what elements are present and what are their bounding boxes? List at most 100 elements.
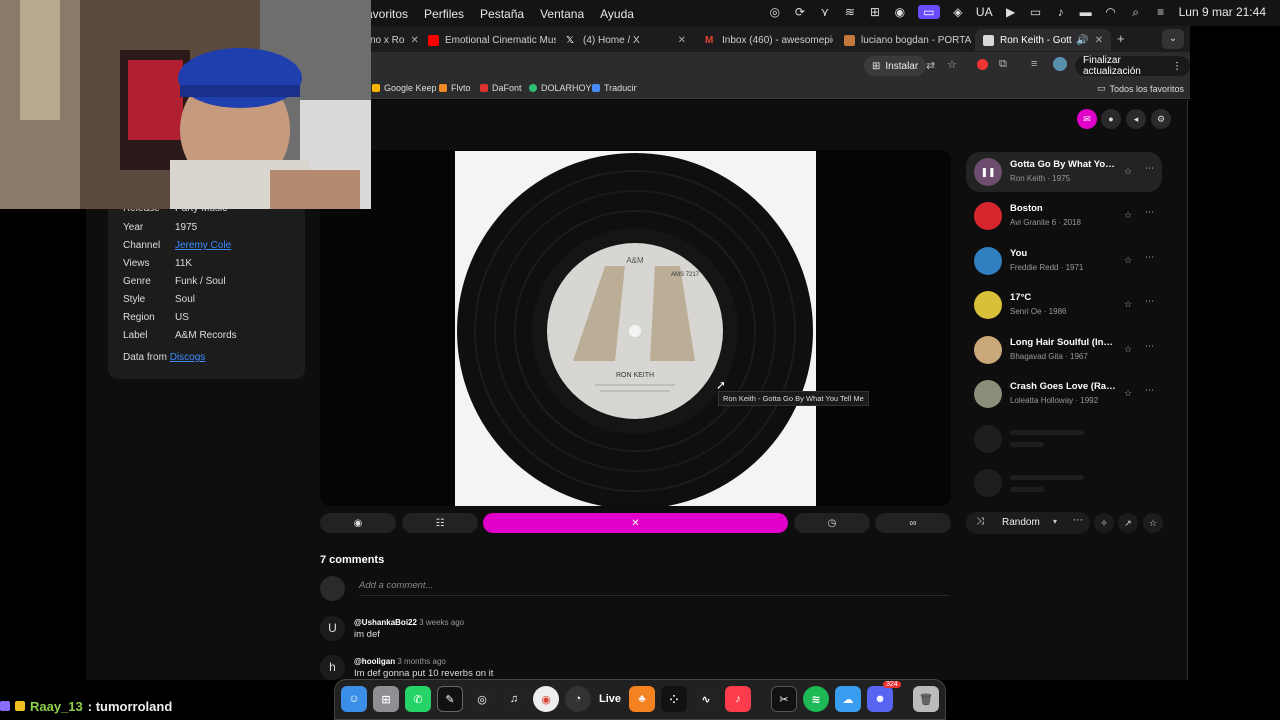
fl-studio-icon[interactable]: ♣ bbox=[629, 686, 655, 712]
timer-button[interactable]: ◷ bbox=[794, 513, 870, 533]
display-icon[interactable]: ▭ bbox=[1029, 5, 1043, 19]
input-language[interactable]: UA bbox=[976, 5, 993, 19]
more-icon[interactable]: ⋯ bbox=[1145, 296, 1154, 307]
comment-user[interactable]: @hooligan bbox=[354, 657, 395, 666]
bookmark-item[interactable]: DOLARHOY bbox=[529, 83, 592, 93]
more-icon[interactable]: ⋯ bbox=[1145, 163, 1154, 174]
discord-icon[interactable]: ☻ bbox=[867, 686, 893, 712]
tab-item[interactable]: Emotional Cinematic Music ✕ bbox=[420, 29, 556, 51]
finder-icon[interactable]: ☺ bbox=[341, 686, 367, 712]
whatsapp-icon[interactable]: ✆ bbox=[405, 686, 431, 712]
headset-icon[interactable]: ◈ bbox=[951, 5, 965, 19]
star-icon[interactable]: ☆ bbox=[1124, 388, 1132, 399]
more-icon[interactable]: ⋯ bbox=[1145, 252, 1154, 263]
audio-playing-icon[interactable]: 🔊 bbox=[1076, 35, 1088, 46]
tab-item[interactable]: M Inbox (460) - awesomepie ✕ bbox=[697, 29, 833, 51]
tidal-icon[interactable]: ⁘ bbox=[661, 686, 687, 712]
activity-monitor-icon[interactable]: ◔ bbox=[565, 686, 591, 712]
close-tab-icon[interactable]: ✕ bbox=[672, 35, 686, 46]
mail-icon[interactable]: ✉ bbox=[1077, 109, 1097, 129]
star-icon[interactable]: ☆ bbox=[1124, 299, 1132, 310]
bookmark-star-icon[interactable]: ☆ bbox=[947, 58, 957, 71]
queue-item[interactable]: Crash Goes Love (Radi... Loleatta Hollow… bbox=[966, 374, 1162, 414]
finish-update-button[interactable]: Finalizar actualización ⋮ bbox=[1075, 55, 1190, 77]
trending-icon[interactable]: ↗ bbox=[1118, 513, 1138, 533]
apple-music-icon[interactable]: ♪ bbox=[725, 686, 751, 712]
queue-item[interactable]: Long Hair Soulful (Instr... Bhagavad Git… bbox=[966, 330, 1162, 370]
channel-link[interactable]: Jeremy Cole bbox=[175, 240, 231, 251]
comment-user[interactable]: @UshankaBoi22 bbox=[354, 618, 417, 627]
spotify-icon[interactable]: ≋ bbox=[803, 686, 829, 712]
menu-pestana[interactable]: Pestaña bbox=[480, 7, 524, 21]
play-icon[interactable]: ▶ bbox=[1004, 5, 1018, 19]
comment-input[interactable]: Add a comment... bbox=[359, 580, 949, 596]
spotlight-search-icon[interactable]: ⌕ bbox=[1129, 5, 1143, 19]
launchpad-icon[interactable]: ⊞ bbox=[373, 686, 399, 712]
menu-favoritos[interactable]: avoritos bbox=[366, 7, 408, 21]
tab-item[interactable]: luciano bogdan - PORTADA ✕ bbox=[836, 29, 972, 51]
tab-item[interactable]: 𝕏 (4) Home / X ✕ bbox=[558, 29, 694, 51]
ableton-live-icon[interactable]: Live bbox=[597, 686, 623, 712]
queue-mode-select[interactable]: Random bbox=[1002, 517, 1040, 528]
menu-ayuda[interactable]: Ayuda bbox=[600, 7, 634, 21]
queue-item[interactable]: Boston Avi Granite 6 · 2018 ☆ ⋯ bbox=[966, 196, 1162, 236]
close-tab-icon[interactable]: ✕ bbox=[404, 35, 418, 46]
record-icon[interactable]: ◉ bbox=[893, 5, 907, 19]
trash-icon[interactable]: 🗑 bbox=[913, 686, 939, 712]
more-icon[interactable]: ⋯ bbox=[1073, 515, 1083, 526]
more-icon[interactable]: ⋯ bbox=[1145, 385, 1154, 396]
tab-search-button[interactable]: ⌄ bbox=[1162, 29, 1184, 49]
battery-icon[interactable]: ▬ bbox=[1079, 5, 1093, 19]
profile-avatar[interactable] bbox=[1053, 57, 1067, 71]
star-icon[interactable]: ☆ bbox=[1124, 255, 1132, 266]
chrome-icon[interactable]: ◉ bbox=[533, 686, 559, 712]
more-icon[interactable]: ⋯ bbox=[1145, 341, 1154, 352]
control-center-icon[interactable]: ≡ bbox=[1154, 5, 1168, 19]
install-app-button[interactable]: ⊞ Instalar bbox=[864, 56, 927, 76]
shuffle-icon[interactable]: ⤨ bbox=[976, 516, 984, 527]
menu-ventana[interactable]: Ventana bbox=[540, 7, 584, 21]
logic-pro-icon[interactable]: ◎ bbox=[469, 686, 495, 712]
pause-icon[interactable]: ❚❚ bbox=[974, 158, 1002, 186]
link-button[interactable]: ∞ bbox=[875, 513, 951, 533]
creative-cloud-icon[interactable]: ◎ bbox=[768, 5, 782, 19]
piano-icon[interactable]: ♫ bbox=[501, 686, 527, 712]
grid-icon[interactable]: ⊞ bbox=[868, 5, 882, 19]
queue-item[interactable]: ❚❚ Gotta Go By What You T... Ron Keith ·… bbox=[966, 152, 1162, 192]
extensions-icon[interactable]: ⧉ bbox=[999, 58, 1007, 71]
waveform-icon[interactable]: ≋ bbox=[843, 5, 857, 19]
weather-icon[interactable]: ☁ bbox=[835, 686, 861, 712]
capcut-icon[interactable]: ✂ bbox=[771, 686, 797, 712]
bookmark-item[interactable]: DaFont bbox=[480, 83, 522, 93]
bookmark-item[interactable]: Google Keep bbox=[372, 83, 437, 93]
chevron-down-icon[interactable]: ▾ bbox=[1053, 517, 1057, 526]
screen-share-icon[interactable]: ▭ bbox=[917, 5, 940, 19]
media-controls-icon[interactable]: ≡ bbox=[1031, 58, 1037, 70]
announce-icon[interactable]: ◂ bbox=[1126, 109, 1146, 129]
star-icon[interactable]: ☆ bbox=[1124, 210, 1132, 221]
queue-item[interactable]: You Freddie Redd · 1971 ☆ ⋯ bbox=[966, 241, 1162, 281]
translate-icon[interactable]: ⇄ bbox=[926, 59, 935, 72]
tab-active[interactable]: Ron Keith - Gotta Go B 🔊 ✕ bbox=[975, 29, 1111, 51]
waves-icon[interactable]: ∿ bbox=[693, 686, 719, 712]
wifi-icon[interactable]: ◠ bbox=[1104, 5, 1118, 19]
capcut-icon[interactable]: ✎ bbox=[437, 686, 463, 712]
close-tab-icon[interactable]: ✕ bbox=[1089, 35, 1103, 46]
discogs-link[interactable]: Discogs bbox=[170, 352, 206, 363]
sync-icon[interactable]: ⟳ bbox=[793, 5, 807, 19]
settings-gear-icon[interactable]: ⚙ bbox=[1151, 109, 1171, 129]
bookmark-item[interactable]: Traducir bbox=[592, 83, 637, 93]
record-extension-icon[interactable] bbox=[977, 59, 988, 70]
fork-icon[interactable]: ⋎ bbox=[818, 5, 832, 19]
star-icon[interactable]: ☆ bbox=[1143, 513, 1163, 533]
clock[interactable]: Lun 9 mar 21:44 bbox=[1179, 5, 1266, 19]
menu-perfiles[interactable]: Perfiles bbox=[424, 7, 464, 21]
new-tab-button[interactable]: + bbox=[1117, 31, 1125, 46]
bookmark-item[interactable]: Flvto bbox=[439, 83, 471, 93]
all-bookmarks-button[interactable]: ▭ Todos los favoritos bbox=[1097, 83, 1184, 94]
star-icon[interactable]: ☆ bbox=[1124, 166, 1132, 177]
shuffle-button[interactable]: ✕ bbox=[483, 513, 788, 533]
equalizer-button[interactable]: ☷ bbox=[402, 513, 478, 533]
queue-item[interactable]: 17°C Senri Oe · 1986 ☆ ⋯ bbox=[966, 285, 1162, 325]
more-icon[interactable]: ⋯ bbox=[1145, 207, 1154, 218]
